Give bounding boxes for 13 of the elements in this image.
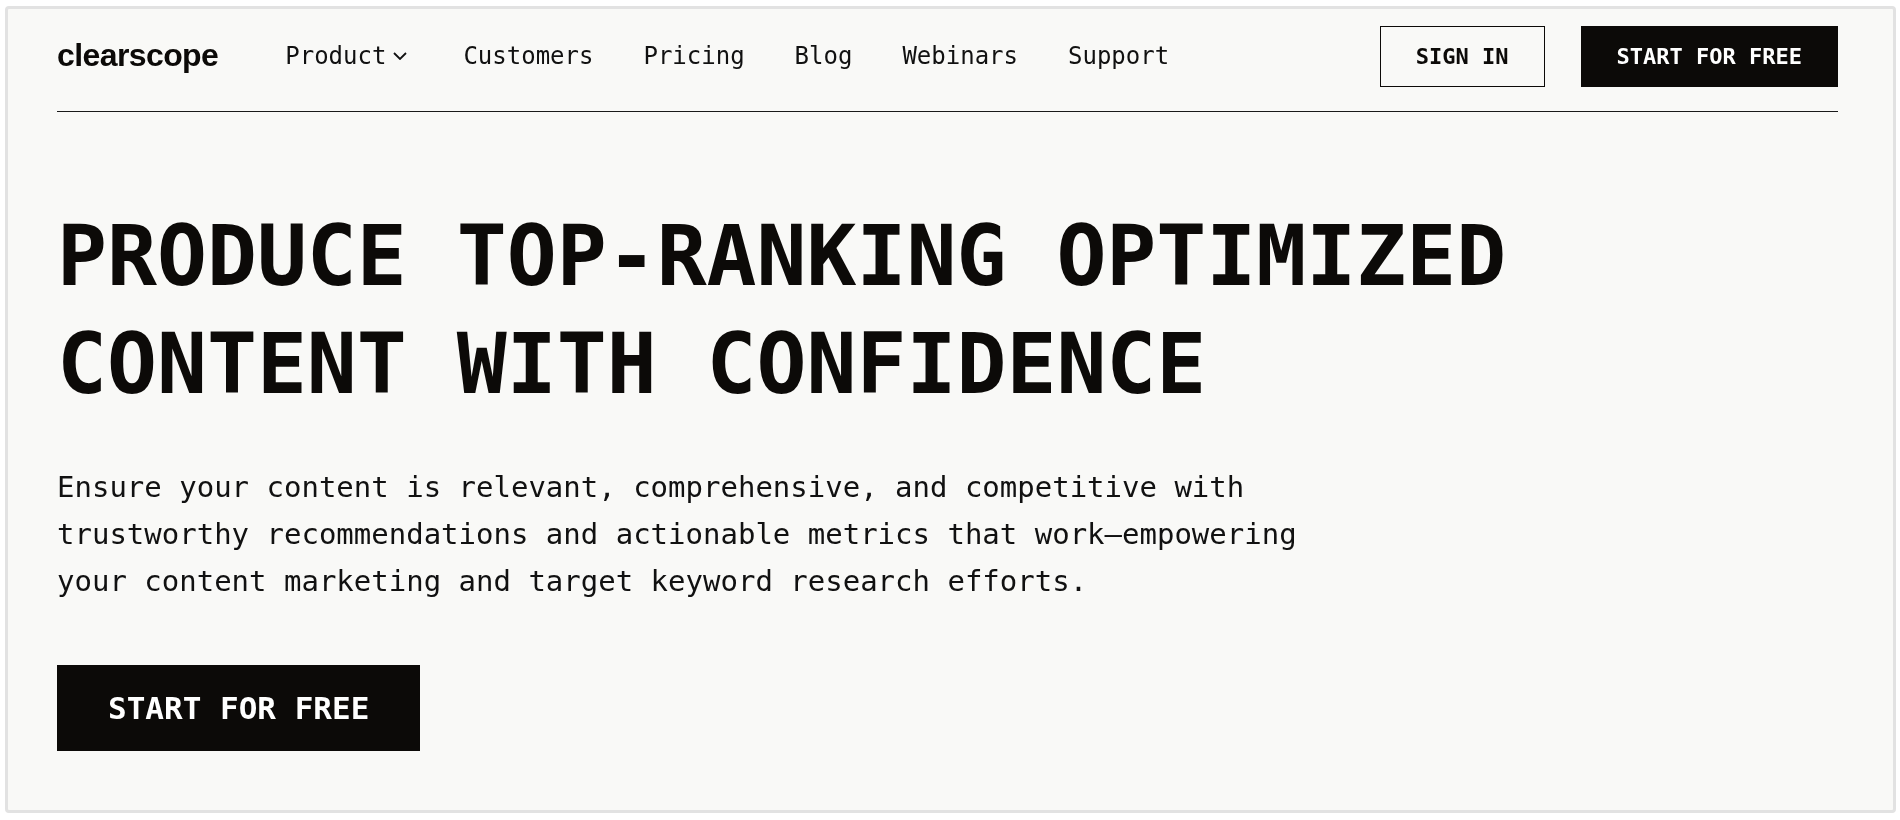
hero-description: Ensure your content is relevant, comprehensive, and competitive with trustworthy recommendations and actionable metrics that work—empowering your content marketing and target keyword research efforts.	[57, 469, 1298, 600]
hero-headline: PRODUCE TOP-RANKING OPTIMIZED CONTENT WITH CONFIDENCE	[57, 207, 1508, 415]
nav-link[interactable]: Pricing	[643, 42, 745, 71]
chevron-down-icon	[393, 52, 408, 61]
nav-link[interactable]: Support	[1068, 42, 1170, 71]
cta-button[interactable]: START FOR FREE	[57, 665, 421, 751]
nav-link[interactable]: Customers	[463, 42, 594, 71]
nav-dropdown[interactable]: Product	[285, 42, 408, 71]
header-button[interactable]: SIGN IN	[1379, 26, 1545, 87]
logo[interactable]: clearscope	[57, 38, 219, 75]
nav-link[interactable]: Webinars	[902, 42, 1018, 71]
nav-link[interactable]: Blog	[794, 42, 853, 71]
header-button[interactable]: START FOR FREE	[1580, 26, 1838, 87]
